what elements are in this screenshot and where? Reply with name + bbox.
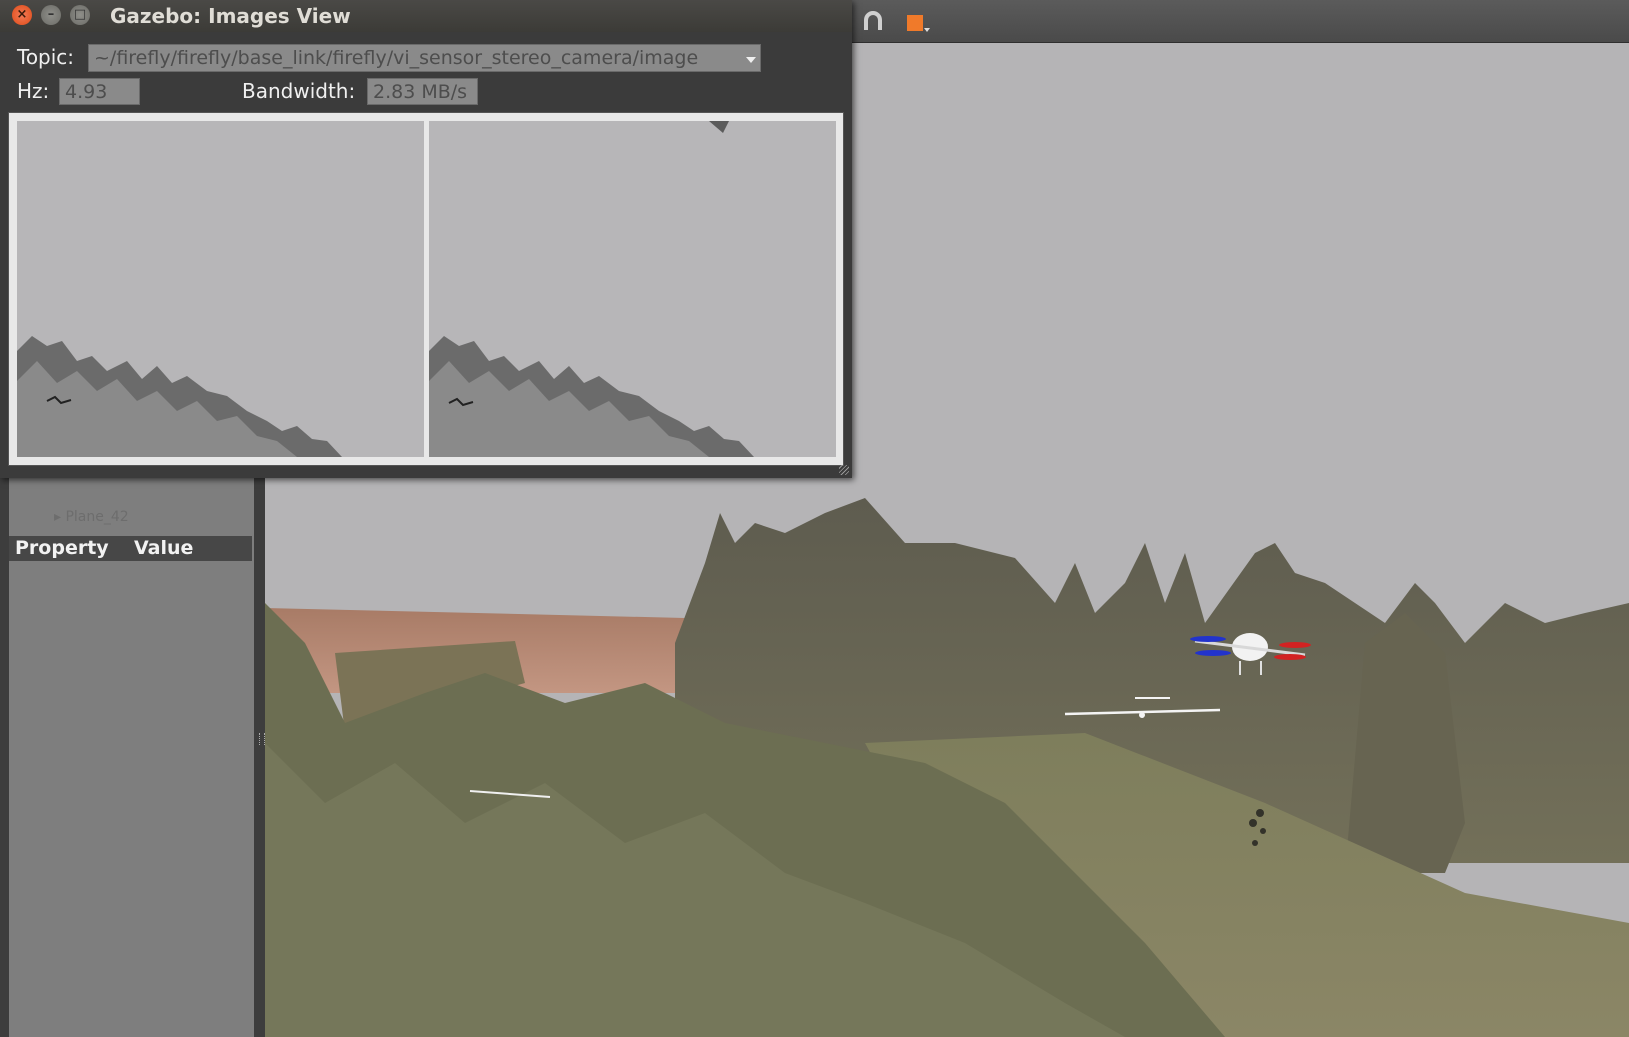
hz-field: 4.93 xyxy=(59,78,140,105)
bandwidth-field: 2.83 MB/s xyxy=(367,78,478,105)
close-icon: × xyxy=(16,7,28,22)
model-icon[interactable] xyxy=(905,10,930,32)
right-camera-image xyxy=(429,121,836,457)
bandwidth-label: Bandwidth: xyxy=(242,79,356,103)
tree-item[interactable]: ▸ Plane_42 xyxy=(54,509,129,525)
maximize-button[interactable]: □ xyxy=(70,5,90,25)
property-column-header[interactable]: Property xyxy=(15,536,109,561)
hz-label: Hz: xyxy=(17,79,50,103)
stereo-image-frame xyxy=(8,112,844,466)
topic-value: ~/firefly/firefly/base_link/firefly/vi_s… xyxy=(94,47,699,69)
property-panel: ▸ Plane_42 Property Value xyxy=(9,475,254,1037)
resize-grip[interactable] xyxy=(839,465,849,475)
close-button[interactable]: × xyxy=(12,5,32,25)
minimize-button[interactable]: – xyxy=(41,5,61,25)
maximize-icon: □ xyxy=(73,7,87,22)
images-view-window: × – □ Gazebo: Images View Topic: ~/firef… xyxy=(0,0,852,478)
topic-select[interactable]: ~/firefly/firefly/base_link/firefly/vi_s… xyxy=(88,44,761,72)
property-table-header: Property Value xyxy=(9,536,252,561)
chevron-down-icon xyxy=(746,57,756,63)
left-camera-image xyxy=(17,121,424,457)
minimize-icon: – xyxy=(47,7,55,22)
magnet-icon[interactable] xyxy=(862,10,884,32)
value-column-header[interactable]: Value xyxy=(134,536,193,561)
title-bar[interactable]: × – □ Gazebo: Images View xyxy=(0,0,852,32)
topic-label: Topic: xyxy=(17,45,75,69)
window-title: Gazebo: Images View xyxy=(110,4,351,28)
